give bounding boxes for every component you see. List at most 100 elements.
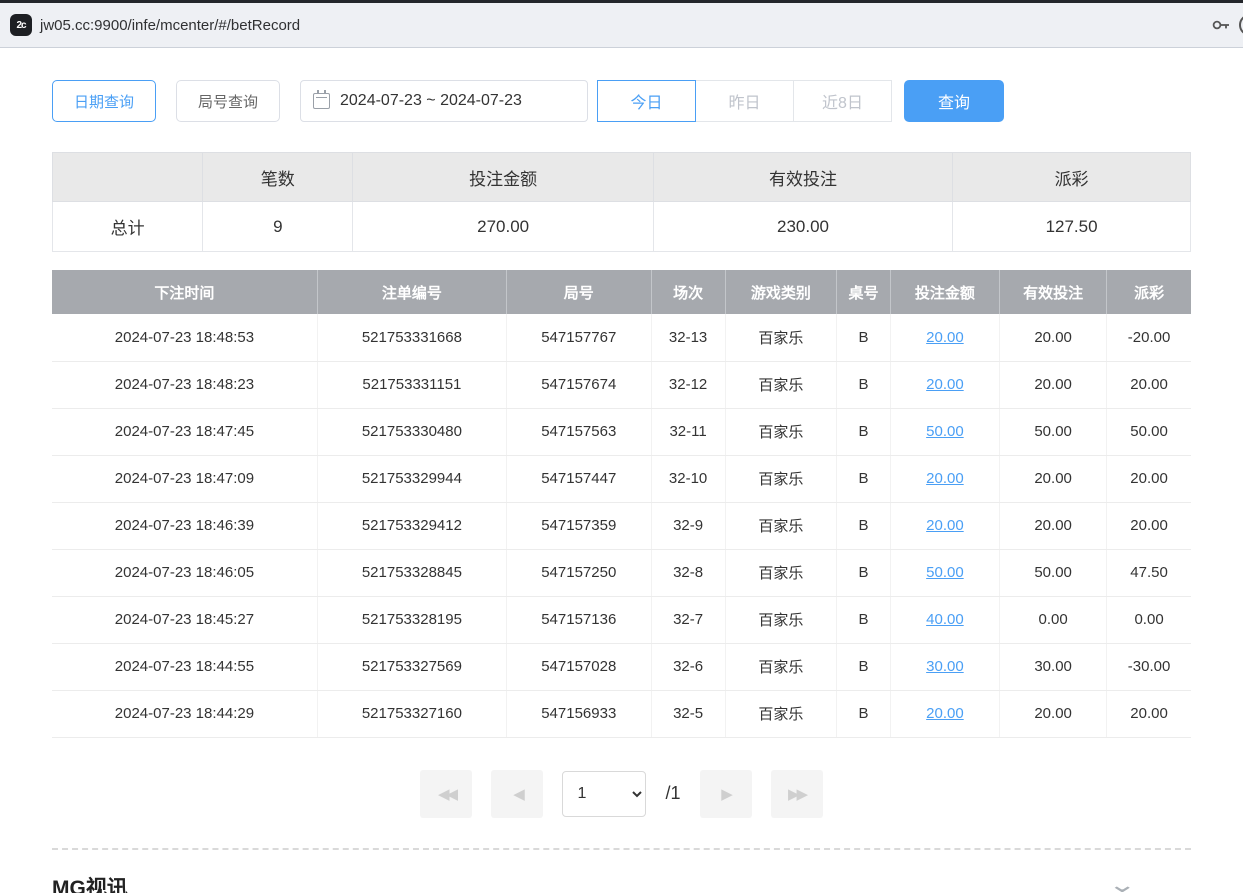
yesterday-button[interactable]: 昨日 bbox=[695, 80, 794, 122]
cell-bet-amount: 50.00 bbox=[890, 408, 999, 455]
last-page-button[interactable]: ▶▶ bbox=[771, 770, 823, 818]
last8days-button[interactable]: 近8日 bbox=[793, 80, 892, 122]
next-section-header[interactable]: MG视讯 ⌄ bbox=[52, 850, 1191, 893]
cell-time: 2024-07-23 18:48:53 bbox=[52, 314, 317, 361]
browser-url-bar[interactable]: 2c jw05.cc:9900/infe/mcenter/#/betRecord bbox=[0, 3, 1243, 48]
chevron-down-icon[interactable]: ⌄ bbox=[1107, 872, 1137, 893]
cell-bet-amount: 20.00 bbox=[890, 690, 999, 737]
cell-valid-bet: 20.00 bbox=[1000, 455, 1107, 502]
header-table-no: 桌号 bbox=[837, 270, 891, 314]
summary-header-valid-bet: 有效投注 bbox=[653, 153, 952, 202]
bet-amount-link[interactable]: 20.00 bbox=[926, 376, 964, 393]
pagination: ◀◀ ◀ 1 /1 ▶ ▶▶ bbox=[52, 770, 1191, 818]
page-select[interactable]: 1 bbox=[562, 771, 646, 817]
cell-bet-amount: 20.00 bbox=[890, 314, 999, 361]
bet-amount-link[interactable]: 30.00 bbox=[926, 658, 964, 675]
cell-session: 32-12 bbox=[651, 361, 725, 408]
round-query-tab[interactable]: 局号查询 bbox=[176, 80, 280, 122]
cell-game-type: 百家乐 bbox=[725, 502, 837, 549]
header-payout: 派彩 bbox=[1107, 270, 1191, 314]
cell-game-type: 百家乐 bbox=[725, 361, 837, 408]
cell-table-no: B bbox=[837, 361, 891, 408]
bet-amount-link[interactable]: 20.00 bbox=[926, 705, 964, 722]
cell-order-no: 521753331151 bbox=[317, 361, 506, 408]
cell-game-type: 百家乐 bbox=[725, 643, 837, 690]
cell-payout: 20.00 bbox=[1107, 361, 1191, 408]
cell-bet-amount: 50.00 bbox=[890, 549, 999, 596]
header-bet-time: 下注时间 bbox=[52, 270, 317, 314]
table-row: 2024-07-23 18:45:27521753328195547157136… bbox=[52, 596, 1191, 643]
cell-valid-bet: 0.00 bbox=[1000, 596, 1107, 643]
table-row: 2024-07-23 18:46:39521753329412547157359… bbox=[52, 502, 1191, 549]
site-favicon: 2c bbox=[10, 14, 32, 36]
summary-header-row: 笔数 投注金额 有效投注 派彩 bbox=[53, 153, 1191, 202]
cell-bet-amount: 40.00 bbox=[890, 596, 999, 643]
url-text[interactable]: jw05.cc:9900/infe/mcenter/#/betRecord bbox=[40, 17, 1211, 34]
date-range-input[interactable]: 2024-07-23 ~ 2024-07-23 bbox=[300, 80, 588, 122]
cell-session: 32-9 bbox=[651, 502, 725, 549]
cell-order-no: 521753329944 bbox=[317, 455, 506, 502]
cell-time: 2024-07-23 18:47:09 bbox=[52, 455, 317, 502]
browser-action-icon[interactable] bbox=[1239, 14, 1243, 36]
cell-table-no: B bbox=[837, 690, 891, 737]
cell-round-no: 547157674 bbox=[506, 361, 651, 408]
summary-table: 笔数 投注金额 有效投注 派彩 总计 9 270.00 230.00 127.5… bbox=[52, 152, 1191, 252]
cell-valid-bet: 50.00 bbox=[1000, 408, 1107, 455]
first-page-button[interactable]: ◀◀ bbox=[420, 770, 472, 818]
cell-time: 2024-07-23 18:44:55 bbox=[52, 643, 317, 690]
cell-table-no: B bbox=[837, 549, 891, 596]
cell-bet-amount: 20.00 bbox=[890, 502, 999, 549]
cell-session: 32-13 bbox=[651, 314, 725, 361]
table-row: 2024-07-23 18:46:05521753328845547157250… bbox=[52, 549, 1191, 596]
table-row: 2024-07-23 18:48:23521753331151547157674… bbox=[52, 361, 1191, 408]
bet-amount-link[interactable]: 50.00 bbox=[926, 423, 964, 440]
cell-game-type: 百家乐 bbox=[725, 596, 837, 643]
bet-amount-link[interactable]: 20.00 bbox=[926, 517, 964, 534]
cell-payout: -20.00 bbox=[1107, 314, 1191, 361]
cell-valid-bet: 30.00 bbox=[1000, 643, 1107, 690]
cell-payout: 47.50 bbox=[1107, 549, 1191, 596]
cell-round-no: 547157028 bbox=[506, 643, 651, 690]
summary-total-count: 9 bbox=[203, 202, 353, 252]
cell-payout: 0.00 bbox=[1107, 596, 1191, 643]
bet-amount-link[interactable]: 50.00 bbox=[926, 564, 964, 581]
key-icon[interactable] bbox=[1211, 15, 1231, 35]
bet-amount-link[interactable]: 40.00 bbox=[926, 611, 964, 628]
cell-order-no: 521753330480 bbox=[317, 408, 506, 455]
filter-bar: 日期查询 局号查询 2024-07-23 ~ 2024-07-23 今日 昨日 … bbox=[52, 80, 1191, 122]
cell-payout: 20.00 bbox=[1107, 502, 1191, 549]
date-query-tab[interactable]: 日期查询 bbox=[52, 80, 156, 122]
header-bet-amount: 投注金额 bbox=[890, 270, 999, 314]
cell-session: 32-6 bbox=[651, 643, 725, 690]
header-valid-bet: 有效投注 bbox=[1000, 270, 1107, 314]
header-round-no: 局号 bbox=[506, 270, 651, 314]
bet-table-header-row: 下注时间 注单编号 局号 场次 游戏类别 桌号 投注金额 有效投注 派彩 bbox=[52, 270, 1191, 314]
cell-round-no: 547157767 bbox=[506, 314, 651, 361]
cell-session: 32-8 bbox=[651, 549, 725, 596]
cell-payout: -30.00 bbox=[1107, 643, 1191, 690]
cell-time: 2024-07-23 18:46:39 bbox=[52, 502, 317, 549]
search-button[interactable]: 查询 bbox=[904, 80, 1004, 122]
cell-payout: 50.00 bbox=[1107, 408, 1191, 455]
cell-order-no: 521753328195 bbox=[317, 596, 506, 643]
table-row: 2024-07-23 18:44:55521753327569547157028… bbox=[52, 643, 1191, 690]
prev-page-button[interactable]: ◀ bbox=[491, 770, 543, 818]
header-game-type: 游戏类别 bbox=[725, 270, 837, 314]
next-page-button[interactable]: ▶ bbox=[700, 770, 752, 818]
table-row: 2024-07-23 18:47:45521753330480547157563… bbox=[52, 408, 1191, 455]
bet-amount-link[interactable]: 20.00 bbox=[926, 470, 964, 487]
bet-amount-link[interactable]: 20.00 bbox=[926, 329, 964, 346]
cell-order-no: 521753328845 bbox=[317, 549, 506, 596]
bet-record-page: 日期查询 局号查询 2024-07-23 ~ 2024-07-23 今日 昨日 … bbox=[0, 48, 1243, 893]
cell-bet-amount: 30.00 bbox=[890, 643, 999, 690]
cell-session: 32-5 bbox=[651, 690, 725, 737]
cell-session: 32-7 bbox=[651, 596, 725, 643]
cell-table-no: B bbox=[837, 502, 891, 549]
cell-valid-bet: 20.00 bbox=[1000, 690, 1107, 737]
today-button[interactable]: 今日 bbox=[597, 80, 696, 122]
cell-table-no: B bbox=[837, 408, 891, 455]
cell-time: 2024-07-23 18:47:45 bbox=[52, 408, 317, 455]
table-row: 2024-07-23 18:48:53521753331668547157767… bbox=[52, 314, 1191, 361]
table-row: 2024-07-23 18:47:09521753329944547157447… bbox=[52, 455, 1191, 502]
cell-valid-bet: 50.00 bbox=[1000, 549, 1107, 596]
